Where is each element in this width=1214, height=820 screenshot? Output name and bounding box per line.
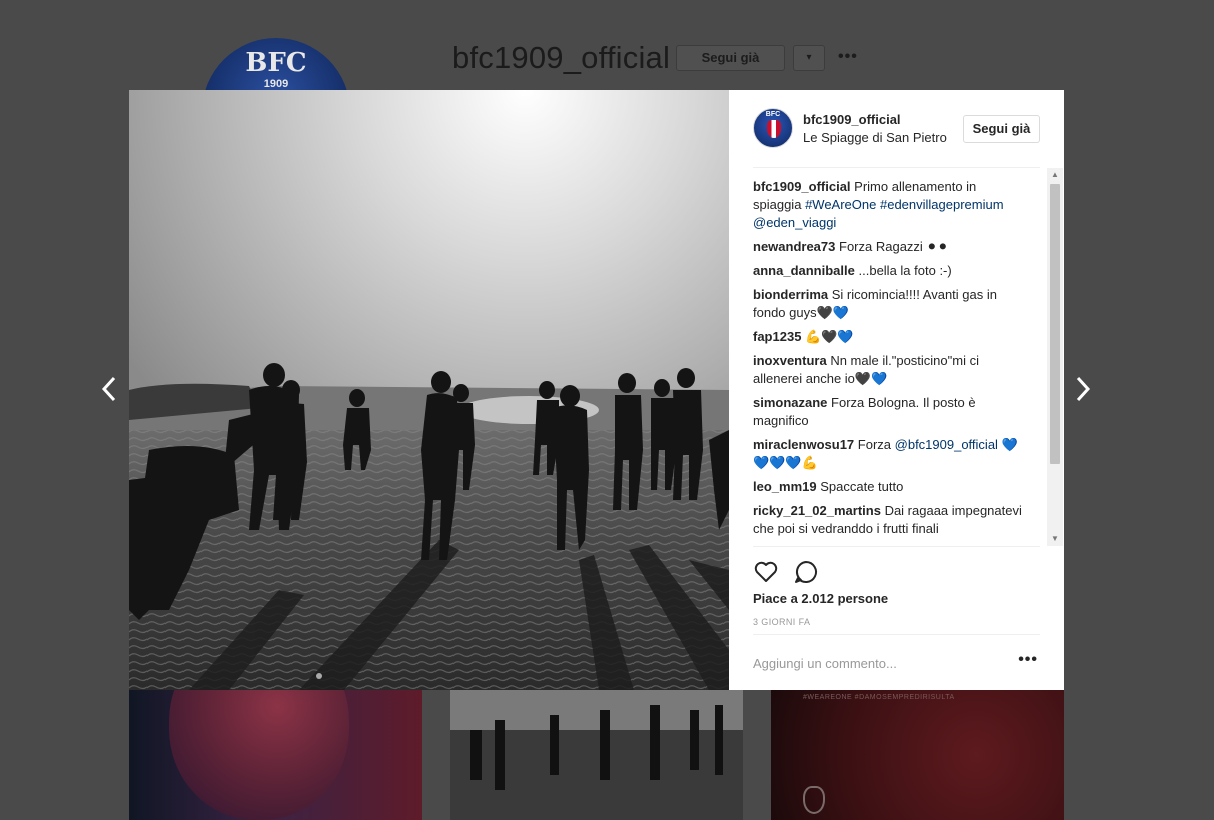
comment-icon[interactable] [793, 559, 819, 585]
caption: bfc1909_official Primo allenamento in sp… [753, 178, 1023, 232]
comment-item: newandrea73 Forza Ragazzi ⚫⚫ [753, 238, 1023, 256]
scroll-up-icon[interactable]: ▲ [1047, 168, 1063, 182]
profile-username: bfc1909_official [452, 40, 671, 75]
post-actions: Piace a 2.012 persone 3 GIORNI FA [753, 546, 1040, 636]
avatar-logo-text: BFC [245, 48, 307, 78]
comment-text: Spaccate tutto [820, 479, 904, 494]
comment-item: miraclenwosu17 Forza @bfc1909_official 💙… [753, 436, 1023, 472]
follow-button[interactable]: Segui già [963, 115, 1040, 143]
post-header: BFC bfc1909_official Le Spiagge di San P… [753, 108, 1040, 168]
avatar-logo-year: 1909 [263, 78, 289, 90]
add-comment-bar: Aggiungi un commento... ••• [753, 634, 1040, 690]
comment-item: inoxventura Nn male il."posticino"mi ci … [753, 352, 1023, 388]
comment-username[interactable]: miraclenwosu17 [753, 437, 854, 452]
crest-logo [803, 786, 825, 814]
hashtag-link[interactable]: #WeAreOne [805, 197, 876, 212]
comment-username[interactable]: anna_danniballe [753, 263, 855, 278]
post-location[interactable]: Le Spiagge di San Pietro [803, 130, 953, 145]
likes-count[interactable]: Piace a 2.012 persone [753, 591, 888, 606]
avatar-logo-text: BFC [765, 111, 781, 118]
comment-item: bionderrima Si ricomincia!!!! Avanti gas… [753, 286, 1023, 322]
grid-thumbnail[interactable] [129, 690, 422, 820]
comment-username[interactable]: ricky_21_02_martins [753, 503, 881, 518]
mention-link[interactable]: @bfc1909_official [895, 437, 998, 452]
comment-username[interactable]: inoxventura [753, 353, 827, 368]
chevron-left-icon[interactable] [100, 375, 118, 403]
comment-text: ...bella la foto :-) [858, 263, 952, 278]
comment-text: Forza [857, 437, 892, 452]
post-username[interactable]: bfc1909_official [803, 112, 901, 127]
comment-text: Forza Ragazzi ⚫⚫ [839, 239, 949, 254]
post-details-panel: BFC bfc1909_official Le Spiagge di San P… [729, 90, 1064, 690]
scroll-down-icon[interactable]: ▼ [1047, 532, 1063, 546]
comment-username[interactable]: newandrea73 [753, 239, 835, 254]
post-avatar[interactable]: BFC [753, 108, 793, 148]
comment-item: simonazane Forza Bologna. Il posto è mag… [753, 394, 1023, 430]
profile-dropdown-button[interactable]: ▾ [793, 45, 825, 71]
comment-item: fap1235 💪🖤💙 [753, 328, 1023, 346]
mention-link[interactable]: @eden_viaggi [753, 215, 836, 230]
thumbnail-caption: #WEAREONE #DAMOSEMPREDIRISULTA [803, 694, 955, 701]
comment-username[interactable]: simonazane [753, 395, 827, 410]
heart-icon[interactable] [753, 559, 779, 585]
grid-thumbnail[interactable]: #WEAREONE #DAMOSEMPREDIRISULTA [771, 690, 1064, 820]
crest-icon [767, 120, 781, 138]
grid-thumbnail[interactable] [450, 690, 743, 820]
comment-username[interactable]: leo_mm19 [753, 479, 817, 494]
comment-text: 💪🖤💙 [805, 329, 854, 344]
profile-follow-button[interactable]: Segui già [676, 45, 785, 71]
profile-more-icon[interactable]: ••• [838, 48, 858, 66]
comment-username[interactable]: bionderrima [753, 287, 828, 302]
comments-scrollbar[interactable]: ▲ ▼ [1047, 168, 1063, 546]
caption-username[interactable]: bfc1909_official [753, 179, 851, 194]
more-options-icon[interactable]: ••• [1018, 651, 1038, 669]
comment-item: leo_mm19 Spaccate tutto [753, 478, 1023, 496]
comment-input[interactable]: Aggiungi un commento... [753, 656, 897, 671]
post-photo [129, 90, 729, 690]
comment-username[interactable]: fap1235 [753, 329, 801, 344]
post-timestamp[interactable]: 3 GIORNI FA [753, 617, 810, 627]
comments-list: bfc1909_official Primo allenamento in sp… [753, 178, 1023, 546]
hashtag-link[interactable]: #edenvillagepremium [880, 197, 1004, 212]
scrollbar-thumb[interactable] [1050, 184, 1060, 464]
chevron-right-icon[interactable] [1074, 375, 1092, 403]
comment-item: ricky_21_02_martins Dai ragaaa impegnate… [753, 502, 1023, 538]
comment-item: anna_danniballe ...bella la foto :-) [753, 262, 1023, 280]
